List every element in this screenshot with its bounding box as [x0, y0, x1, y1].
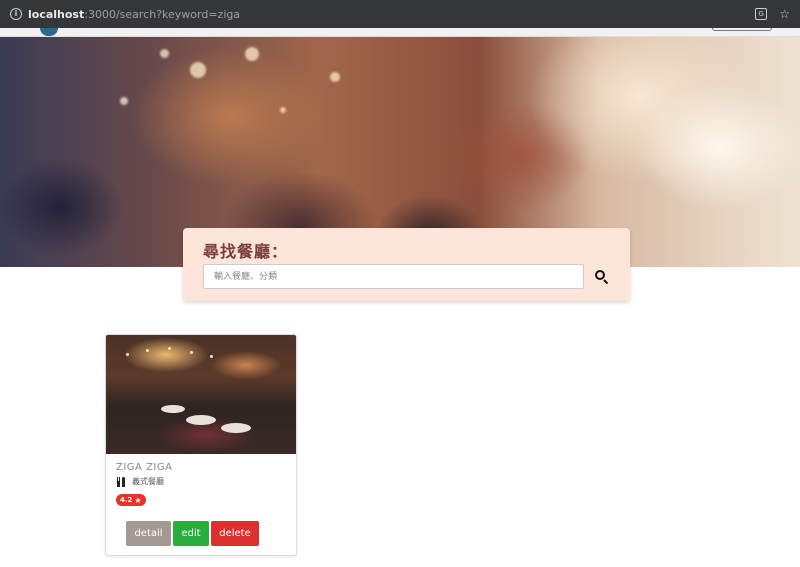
- edit-button[interactable]: edit: [173, 521, 209, 546]
- browser-address-bar[interactable]: i localhost:3000/search?keyword=ziga G ☆: [0, 0, 800, 28]
- star-icon: ★: [134, 495, 142, 505]
- url-host: localhost: [28, 7, 85, 21]
- search-icon[interactable]: [594, 269, 610, 285]
- card-actions: detail edit delete: [126, 521, 259, 546]
- search-title: 尋找餐廳：: [203, 242, 289, 261]
- detail-button[interactable]: detail: [126, 521, 171, 546]
- restaurant-category: 義式餐廳: [116, 476, 288, 487]
- utensils-icon: [116, 476, 126, 487]
- navbar-button[interactable]: [712, 28, 772, 31]
- url-path: :3000/search?keyword=ziga: [84, 7, 241, 21]
- rating-badge: 4.2 ★: [116, 494, 146, 506]
- translate-icon[interactable]: G: [755, 8, 768, 20]
- restaurant-name[interactable]: ZIGA ZIGA: [116, 462, 288, 473]
- card-body: ZIGA ZIGA 義式餐廳 4.2 ★: [116, 462, 288, 506]
- bookmark-star-icon[interactable]: ☆: [779, 7, 790, 21]
- restaurant-card[interactable]: ZIGA ZIGA 義式餐廳 4.2 ★ detail edit delete: [105, 334, 297, 556]
- rating-value: 4.2: [120, 496, 133, 504]
- restaurant-image[interactable]: [106, 335, 296, 454]
- navbar: [0, 28, 800, 37]
- search-input[interactable]: [203, 264, 584, 289]
- search-row: [203, 264, 610, 289]
- category-label: 義式餐廳: [132, 477, 164, 486]
- delete-button[interactable]: delete: [211, 521, 259, 546]
- info-icon[interactable]: i: [10, 8, 22, 20]
- browser-actions: G ☆: [755, 7, 790, 21]
- search-panel: 尋找餐廳：: [183, 228, 630, 301]
